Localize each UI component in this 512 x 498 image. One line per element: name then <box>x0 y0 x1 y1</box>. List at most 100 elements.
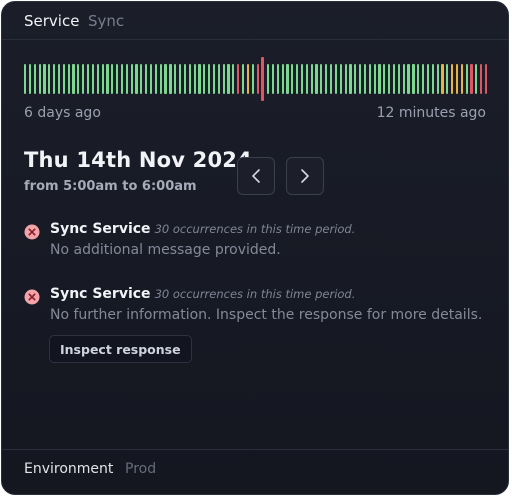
timeline-bar[interactable] <box>159 64 162 94</box>
timeline-bar[interactable] <box>315 64 318 94</box>
timeline-bar[interactable] <box>329 64 333 94</box>
timeline-bar[interactable] <box>412 64 415 94</box>
timeline-bar[interactable] <box>149 64 153 94</box>
timeline-bar[interactable] <box>305 64 308 94</box>
timeline-bar[interactable] <box>28 64 32 94</box>
timeline-bar[interactable] <box>276 64 279 94</box>
timeline-bar[interactable] <box>164 64 167 94</box>
timeline-bar[interactable] <box>354 64 357 94</box>
timeline-bar[interactable] <box>267 64 270 94</box>
timeline-bar[interactable] <box>359 64 362 94</box>
timeline-bar[interactable] <box>344 64 347 94</box>
timeline-bar[interactable] <box>183 64 187 94</box>
timeline-bar[interactable] <box>193 64 196 94</box>
timeline-bar[interactable] <box>392 64 396 94</box>
timeline-bar[interactable] <box>241 64 245 94</box>
timeline-bar[interactable] <box>470 64 473 94</box>
timeline-bar[interactable] <box>179 64 182 94</box>
timeline-bar[interactable] <box>368 64 371 94</box>
timeline-bar[interactable] <box>53 64 56 94</box>
timeline-bar[interactable] <box>24 64 27 94</box>
timeline-bar[interactable] <box>203 64 206 94</box>
timeline-bar[interactable] <box>198 64 201 94</box>
next-period-button[interactable] <box>286 157 324 195</box>
timeline-bar[interactable] <box>465 64 468 94</box>
timeline-bar[interactable] <box>451 64 454 94</box>
timeline-bar[interactable] <box>383 64 386 94</box>
timeline-bar[interactable] <box>446 64 449 94</box>
timeline-bar[interactable] <box>232 64 235 94</box>
uptime-timeline[interactable] <box>24 57 488 101</box>
timeline-bar[interactable] <box>436 64 439 94</box>
timeline-bar[interactable] <box>455 64 459 94</box>
timeline-bar[interactable] <box>325 64 328 94</box>
timeline-bar[interactable] <box>339 64 342 94</box>
timeline-bar[interactable] <box>349 64 352 94</box>
timeline-bar[interactable] <box>77 64 80 94</box>
timeline-bar[interactable] <box>72 64 75 94</box>
timeline-bar[interactable] <box>407 64 410 94</box>
timeline-bar[interactable] <box>334 64 337 94</box>
timeline-bar[interactable] <box>422 64 425 94</box>
timeline-bar[interactable] <box>256 64 259 94</box>
timeline-bar[interactable] <box>426 64 430 94</box>
timeline-bar[interactable] <box>188 64 191 94</box>
timeline-bar[interactable] <box>96 64 99 94</box>
timeline-bar[interactable] <box>101 64 104 94</box>
timeline-bar[interactable] <box>251 64 254 94</box>
timeline-bar[interactable] <box>271 64 275 94</box>
timeline-bar[interactable] <box>217 64 220 94</box>
timeline-bar[interactable] <box>373 64 376 94</box>
timeline-bar[interactable] <box>291 64 294 94</box>
timeline-bar[interactable] <box>57 64 61 94</box>
timeline-bar[interactable] <box>140 64 143 94</box>
timeline-bar[interactable] <box>33 64 36 94</box>
timeline-bar[interactable] <box>397 64 400 94</box>
timeline-bar[interactable] <box>388 64 391 94</box>
timeline-bar[interactable] <box>484 64 488 94</box>
timeline-bar[interactable] <box>48 64 51 94</box>
timeline-bar[interactable] <box>135 64 138 94</box>
timeline-bar[interactable] <box>320 64 323 94</box>
timeline-bar[interactable] <box>208 64 211 94</box>
timeline-bar[interactable] <box>227 64 230 94</box>
timeline-bar[interactable] <box>154 64 157 94</box>
timeline-bar[interactable] <box>281 64 284 94</box>
timeline-bar[interactable] <box>363 64 367 94</box>
timeline-bar[interactable] <box>480 64 483 94</box>
timeline-bar[interactable] <box>43 64 46 94</box>
timeline-bar[interactable] <box>441 64 444 94</box>
timeline-bar[interactable] <box>91 64 94 94</box>
timeline-bar[interactable] <box>378 64 381 94</box>
inspect-response-button[interactable]: Inspect response <box>49 335 192 363</box>
timeline-bar[interactable] <box>38 64 41 94</box>
timeline-bar[interactable] <box>145 64 148 94</box>
timeline-bar[interactable] <box>82 64 85 94</box>
timeline-bar[interactable] <box>460 64 463 94</box>
timeline-bar[interactable] <box>296 64 299 94</box>
timeline-bar[interactable] <box>286 64 289 94</box>
timeline-bar[interactable] <box>120 64 124 94</box>
timeline-bar[interactable] <box>212 64 216 94</box>
timeline-bar[interactable] <box>222 64 225 94</box>
timeline-bar[interactable] <box>237 64 240 94</box>
timeline-bar[interactable] <box>174 64 177 94</box>
timeline-bar[interactable] <box>475 64 478 94</box>
timeline-bar[interactable] <box>431 64 434 94</box>
timeline-bar[interactable] <box>125 64 128 94</box>
timeline-bar[interactable] <box>169 64 172 94</box>
timeline-bar[interactable] <box>111 64 114 94</box>
timeline-bar[interactable] <box>300 64 304 94</box>
timeline-bar[interactable] <box>130 64 133 94</box>
timeline-bar[interactable] <box>116 64 119 94</box>
previous-period-button[interactable] <box>237 157 275 195</box>
timeline-bar[interactable] <box>246 64 249 94</box>
timeline-bar-selected[interactable] <box>261 57 265 101</box>
timeline-bar[interactable] <box>106 64 109 94</box>
timeline-bar[interactable] <box>62 64 65 94</box>
timeline-bar[interactable] <box>402 64 405 94</box>
timeline-bar[interactable] <box>86 64 90 94</box>
timeline-bar[interactable] <box>310 64 313 94</box>
timeline-bar[interactable] <box>67 64 70 94</box>
timeline-bar[interactable] <box>417 64 420 94</box>
